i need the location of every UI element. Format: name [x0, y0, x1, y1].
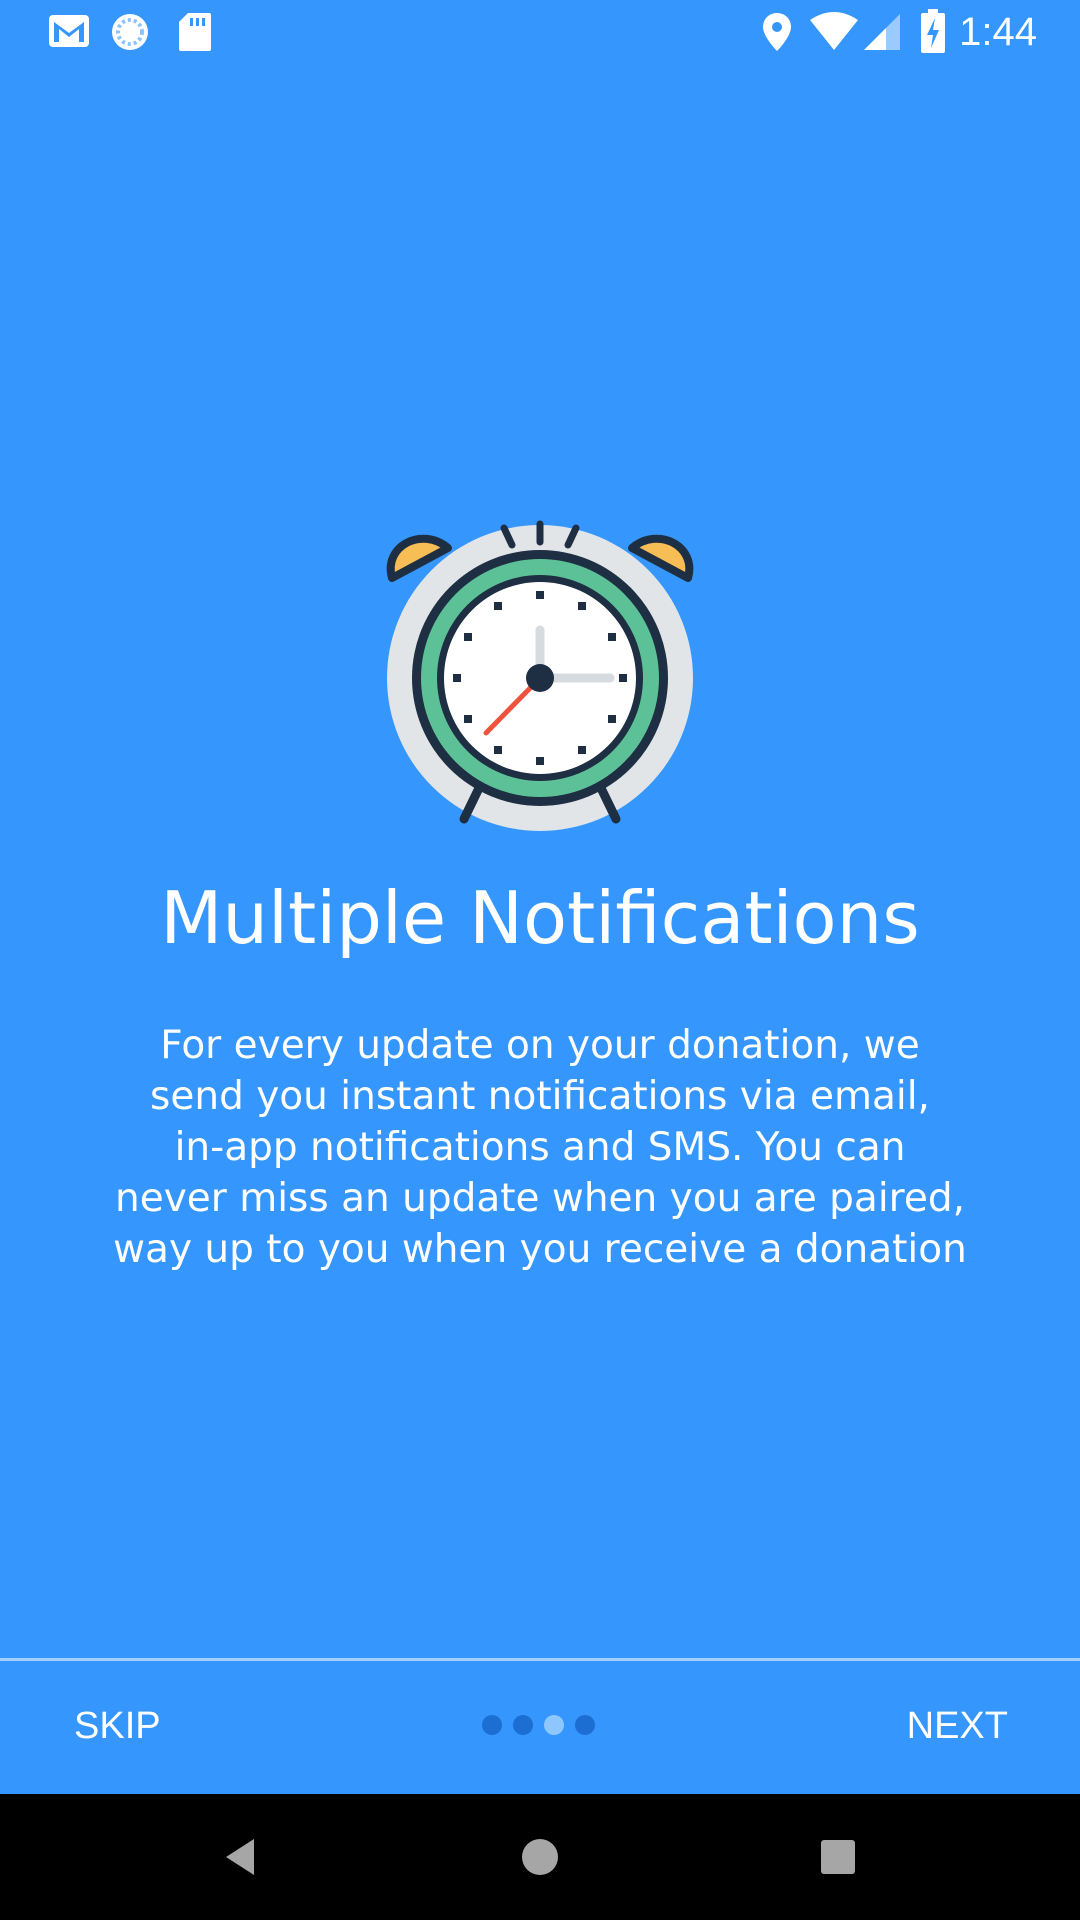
page-dot-active[interactable] [544, 1715, 564, 1735]
wifi-icon [810, 12, 858, 50]
location-icon [763, 13, 791, 51]
description-line: in-app notifications and SMS. You can [174, 1125, 906, 1170]
skip-button[interactable]: SKIP [52, 1691, 183, 1761]
page-dot[interactable] [575, 1715, 595, 1735]
status-time: 1:44 [959, 10, 1037, 54]
page-description: For every update on your donation, we se… [90, 1020, 990, 1275]
gmail-icon [49, 15, 89, 47]
pager-bar: SKIP NEXT [0, 1661, 1080, 1794]
recents-icon[interactable] [806, 1825, 870, 1889]
cell-signal-icon [864, 14, 900, 50]
description-line: For every update on your donation, we [160, 1023, 920, 1068]
battery-charging-icon [921, 9, 945, 53]
status-bar: 1:44 [0, 0, 1080, 63]
sync-icon [112, 14, 148, 50]
description-line: send you instant notifications via email… [150, 1074, 930, 1119]
page-dot[interactable] [513, 1715, 533, 1735]
description-line: never miss an update when you are paired… [115, 1176, 965, 1221]
page-dot[interactable] [482, 1715, 502, 1735]
page-title: Multiple Notifications [160, 876, 920, 960]
home-icon[interactable] [508, 1825, 572, 1889]
alarm-clock-icon [386, 520, 694, 831]
next-button[interactable]: NEXT [885, 1691, 1030, 1761]
system-nav-bar [0, 1794, 1080, 1920]
sd-card-icon [179, 13, 211, 51]
description-line: way up to you when you receive a donatio… [113, 1227, 967, 1272]
back-icon[interactable] [210, 1825, 274, 1889]
page-indicator [482, 1715, 595, 1735]
